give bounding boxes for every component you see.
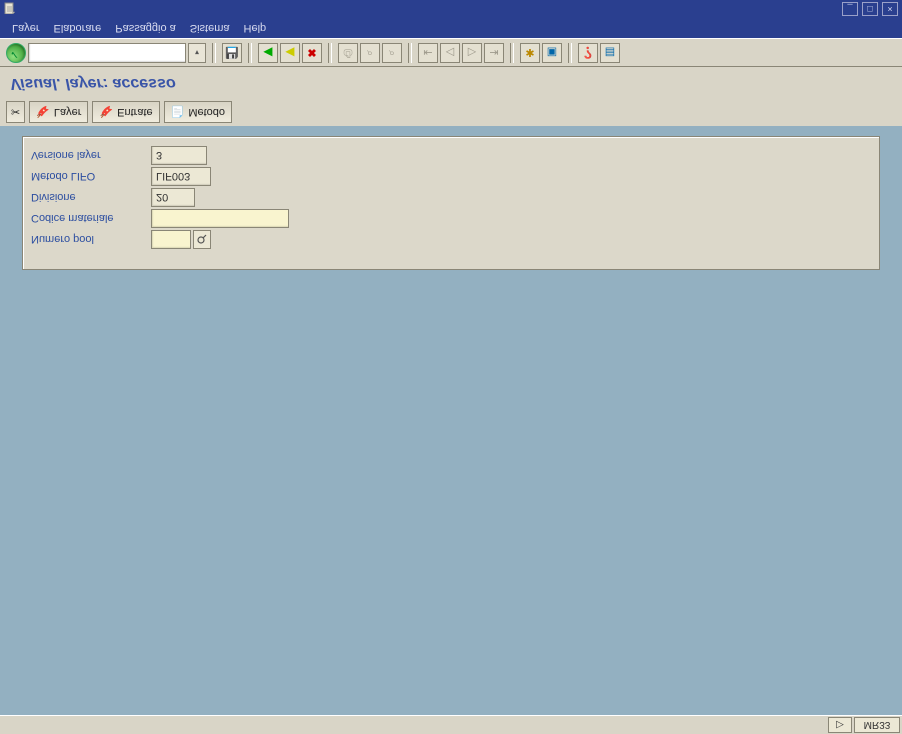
entrate-button[interactable]: 🔖 Entrate: [92, 101, 159, 123]
toolbar-separator: [212, 43, 216, 63]
toolbar-separator: [248, 43, 252, 63]
next-page-button[interactable]: ▷: [462, 43, 482, 63]
enter-button[interactable]: [6, 43, 26, 63]
numero-pool-label: Numero pool: [31, 234, 151, 246]
statusbar-expand-button[interactable]: ▷: [828, 717, 852, 733]
menubar: Layer Elaborare Passaggio a Sistema Help: [0, 18, 902, 38]
find-button[interactable]: ⌕: [360, 43, 380, 63]
divisione-field[interactable]: [151, 188, 195, 207]
layout-menu-button[interactable]: ▤: [600, 43, 620, 63]
metodo-lifo-label: Metodo LIFO: [31, 171, 151, 183]
window-close-button[interactable]: ×: [882, 2, 898, 16]
numero-pool-field[interactable]: [151, 230, 191, 249]
bookmark-icon: 🔖: [99, 106, 113, 119]
layer-button-label: Layer: [54, 106, 82, 118]
command-field[interactable]: [28, 43, 186, 63]
menu-sistema[interactable]: Sistema: [190, 22, 230, 34]
cancel-button[interactable]: ✖: [302, 43, 322, 63]
versione-layer-field[interactable]: [151, 146, 207, 165]
page-title: Visual. layer: accesso: [10, 74, 176, 92]
create-shortcut-button[interactable]: ▣: [542, 43, 562, 63]
save-button[interactable]: 💾: [222, 43, 242, 63]
toolbar-separator: [408, 43, 412, 63]
toolbar-separator: [328, 43, 332, 63]
window-menu-icon[interactable]: [4, 2, 16, 14]
help-button[interactable]: ❓: [578, 43, 598, 63]
last-page-button[interactable]: ⇥: [484, 43, 504, 63]
print-button[interactable]: ⎙: [338, 43, 358, 63]
divisione-label: Divisione: [31, 192, 151, 204]
content-area: Versione layer Metodo LIFO Divisione Cod…: [0, 126, 902, 716]
search-help-icon: [197, 235, 207, 245]
versione-layer-label: Versione layer: [31, 150, 151, 162]
numero-pool-f4-button[interactable]: [193, 230, 211, 249]
new-session-button[interactable]: ✱: [520, 43, 540, 63]
metodo-button[interactable]: 📄 Metodo: [164, 101, 232, 123]
menu-passaggio-a[interactable]: Passaggio a: [115, 22, 176, 34]
prev-page-button[interactable]: ◁: [440, 43, 460, 63]
toolbar-separator: [568, 43, 572, 63]
menu-elaborare[interactable]: Elaborare: [54, 22, 102, 34]
entrate-button-label: Entrate: [117, 106, 152, 118]
layer-button[interactable]: 🔖 Layer: [29, 101, 88, 123]
title-area: Visual. layer: accesso: [0, 66, 902, 99]
metodo-lifo-field[interactable]: [151, 167, 211, 186]
window-maximize-button[interactable]: □: [862, 2, 878, 16]
document-icon: 📄: [171, 106, 185, 119]
glasses-icon: ✂: [11, 106, 20, 119]
selection-panel: Versione layer Metodo LIFO Divisione Cod…: [22, 136, 880, 270]
statusbar-tcode: MR33: [854, 717, 900, 733]
application-toolbar: ✂ 🔖 Layer 🔖 Entrate 📄 Metodo: [0, 98, 902, 127]
exit-button[interactable]: ◀: [280, 43, 300, 63]
first-page-button[interactable]: ⇤: [418, 43, 438, 63]
standard-toolbar: ▾ 💾 ◀ ◀ ✖ ⎙ ⌕ ⌕ ⇤ ◁ ▷ ⇥ ✱ ▣ ❓ ▤: [0, 38, 902, 68]
find-next-button[interactable]: ⌕: [382, 43, 402, 63]
status-bar: ▷ MR33: [0, 715, 902, 734]
command-history-button[interactable]: ▾: [188, 43, 206, 63]
window-minimize-button[interactable]: _: [842, 2, 858, 16]
metodo-button-label: Metodo: [188, 106, 225, 118]
bookmark-icon: 🔖: [36, 106, 50, 119]
menu-layer[interactable]: Layer: [12, 22, 40, 34]
back-button[interactable]: ◀: [258, 43, 278, 63]
codice-materiale-label: Codice materiale: [31, 213, 151, 225]
codice-materiale-field[interactable]: [151, 209, 289, 228]
tool-button[interactable]: ✂: [6, 101, 25, 123]
toolbar-separator: [510, 43, 514, 63]
window-titlebar: _ □ ×: [0, 0, 902, 18]
menu-help[interactable]: Help: [244, 22, 267, 34]
